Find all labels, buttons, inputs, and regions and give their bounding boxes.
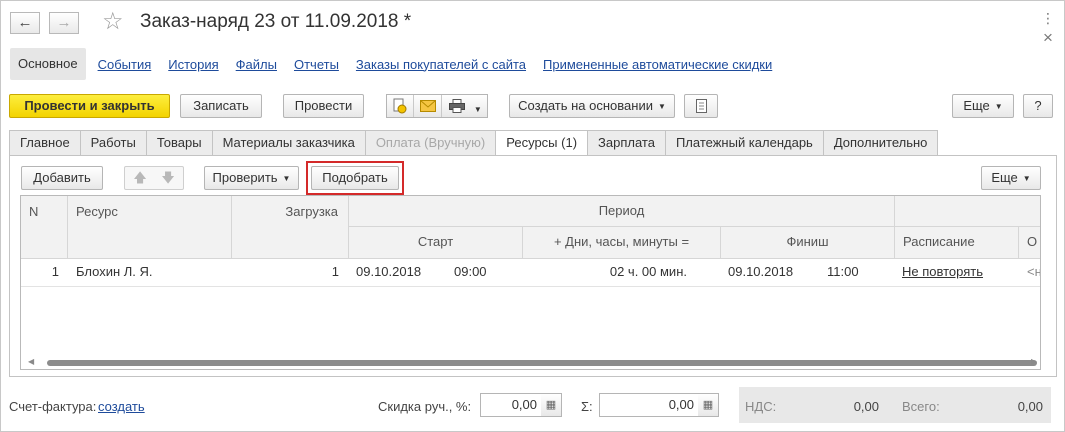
add-resource-button[interactable]: Добавить bbox=[21, 166, 103, 190]
calculator-icon[interactable]: ▦ bbox=[698, 393, 719, 417]
column-header-load[interactable]: Загрузка bbox=[232, 196, 349, 259]
back-button[interactable]: ← bbox=[10, 12, 40, 34]
favorite-star-icon[interactable]: ☆ bbox=[102, 9, 124, 35]
arrow-left-icon: ← bbox=[17, 14, 33, 31]
vat-value: 0,00 bbox=[853, 399, 879, 414]
cell-finish-date: 09.10.2018 bbox=[728, 264, 794, 279]
document-clock-icon[interactable] bbox=[387, 95, 414, 117]
discount-label: Скидка руч., %: bbox=[378, 399, 472, 414]
arrow-right-icon: → bbox=[56, 14, 72, 31]
tab-customer-materials[interactable]: Материалы заказчика bbox=[212, 130, 366, 156]
calculator-icon[interactable]: ▦ bbox=[541, 393, 562, 417]
document-structure-button[interactable] bbox=[684, 94, 718, 118]
scroll-left-icon[interactable]: ◀ bbox=[28, 357, 34, 366]
vat-label: НДС: bbox=[745, 399, 777, 414]
cell-load: 1 bbox=[331, 264, 339, 279]
tab-bar: Главное Работы Товары Материалы заказчик… bbox=[9, 130, 939, 156]
row-divider bbox=[21, 286, 1040, 287]
column-header-n[interactable]: N bbox=[21, 196, 68, 259]
chevron-down-icon: ▼ bbox=[282, 174, 291, 183]
nav-events-link[interactable]: События bbox=[98, 57, 152, 72]
invoice-label: Счет-фактура: bbox=[9, 399, 97, 414]
arrow-up-icon[interactable]: 🡅 bbox=[126, 167, 154, 189]
cell-start-time: 09:00 bbox=[454, 264, 487, 279]
chevron-down-icon: ▼ bbox=[1022, 174, 1031, 183]
sum-field[interactable]: 0,00 bbox=[599, 393, 699, 417]
sum-label: Σ: bbox=[581, 399, 593, 414]
cell-schedule-link[interactable]: Не повторять bbox=[902, 260, 983, 286]
column-header-period: Период bbox=[349, 196, 895, 227]
nav-history-link[interactable]: История bbox=[168, 57, 218, 72]
save-button[interactable]: Записать bbox=[180, 94, 262, 118]
column-header-schedule[interactable]: Расписание bbox=[895, 227, 1019, 259]
tab-payment-calendar[interactable]: Платежный календарь bbox=[665, 130, 824, 156]
chevron-down-icon: ▼ bbox=[657, 102, 666, 111]
document-icon bbox=[695, 99, 707, 113]
check-dropdown-button[interactable]: Проверить ▼ bbox=[204, 166, 299, 190]
chevron-down-icon: ▼ bbox=[473, 105, 482, 114]
cell-extra: <н bbox=[1027, 264, 1041, 279]
total-value: 0,00 bbox=[1017, 399, 1043, 414]
discount-field[interactable]: 0,00 bbox=[480, 393, 542, 417]
resources-more-button[interactable]: Еще ▼ bbox=[981, 166, 1041, 190]
nav-discounts-link[interactable]: Примененные автоматические скидки bbox=[543, 57, 772, 72]
pick-button[interactable]: Подобрать bbox=[311, 166, 399, 190]
toolbar-icon-group: ▼ bbox=[386, 94, 488, 118]
scroll-right-icon[interactable]: ▶ bbox=[1031, 357, 1037, 366]
total-label: Всего: bbox=[902, 399, 940, 414]
close-icon[interactable]: × bbox=[1040, 29, 1056, 46]
nav-main[interactable]: Основное bbox=[10, 48, 86, 80]
help-button[interactable]: ? bbox=[1023, 94, 1053, 118]
tab-works[interactable]: Работы bbox=[80, 130, 147, 156]
column-header-start[interactable]: Старт bbox=[349, 227, 523, 259]
cell-duration: 02 ч. 00 мин. bbox=[609, 264, 687, 279]
tab-salary[interactable]: Зарплата bbox=[588, 130, 666, 156]
tab-payment: Оплата (Вручную) bbox=[365, 130, 497, 156]
form-nav-links: Основное События История Файлы Отчеты За… bbox=[10, 48, 781, 80]
column-header-blank bbox=[895, 196, 1040, 227]
more-vertical-icon[interactable]: ⋮ bbox=[1040, 10, 1056, 26]
tab-goods[interactable]: Товары bbox=[146, 130, 213, 156]
cell-resource: Блохин Л. Я. bbox=[76, 264, 153, 279]
nav-site-orders-link[interactable]: Заказы покупателей с сайта bbox=[356, 57, 526, 72]
column-header-duration[interactable]: + Дни, часы, минуты = bbox=[523, 227, 721, 259]
resources-table[interactable]: N Ресурс Загрузка Период Старт + Дни, ча… bbox=[20, 195, 1041, 370]
more-actions-button[interactable]: Еще ▼ bbox=[952, 94, 1014, 118]
print-dropdown[interactable]: ▼ bbox=[443, 95, 488, 117]
create-invoice-link[interactable]: создать bbox=[98, 399, 145, 414]
cell-start-date: 09.10.2018 bbox=[356, 264, 422, 279]
forward-button[interactable]: → bbox=[49, 12, 79, 34]
scrollbar-thumb[interactable] bbox=[47, 360, 1037, 366]
nav-reports-link[interactable]: Отчеты bbox=[294, 57, 339, 72]
email-icon[interactable] bbox=[415, 95, 442, 117]
arrow-down-icon[interactable]: 🡇 bbox=[154, 167, 182, 189]
cell-n: 1 bbox=[51, 264, 59, 279]
move-buttons-group: 🡅 🡇 bbox=[124, 166, 184, 190]
totals-panel: НДС: 0,00 Всего: 0,00 bbox=[739, 387, 1051, 423]
chevron-down-icon: ▼ bbox=[994, 102, 1003, 111]
column-header-resource[interactable]: Ресурс bbox=[68, 196, 232, 259]
nav-files-link[interactable]: Файлы bbox=[236, 57, 277, 72]
tab-resources[interactable]: Ресурсы (1) bbox=[496, 130, 589, 156]
document-window: ← → ☆ Заказ-наряд 23 от 11.09.2018 * ⋮ ×… bbox=[0, 0, 1065, 432]
tab-main[interactable]: Главное bbox=[9, 130, 81, 156]
column-header-finish[interactable]: Финиш bbox=[721, 227, 895, 259]
horizontal-scrollbar[interactable]: ◀ ▶ bbox=[21, 355, 1040, 369]
cell-finish-time: 11:00 bbox=[827, 264, 859, 279]
column-header-extra[interactable]: О bbox=[1019, 227, 1040, 259]
window-title: Заказ-наряд 23 от 11.09.2018 * bbox=[140, 11, 412, 32]
post-button[interactable]: Провести bbox=[283, 94, 364, 118]
tab-additional[interactable]: Дополнительно bbox=[823, 130, 939, 156]
post-and-close-button[interactable]: Провести и закрыть bbox=[9, 94, 170, 118]
create-based-on-button[interactable]: Создать на основании ▼ bbox=[509, 94, 675, 118]
